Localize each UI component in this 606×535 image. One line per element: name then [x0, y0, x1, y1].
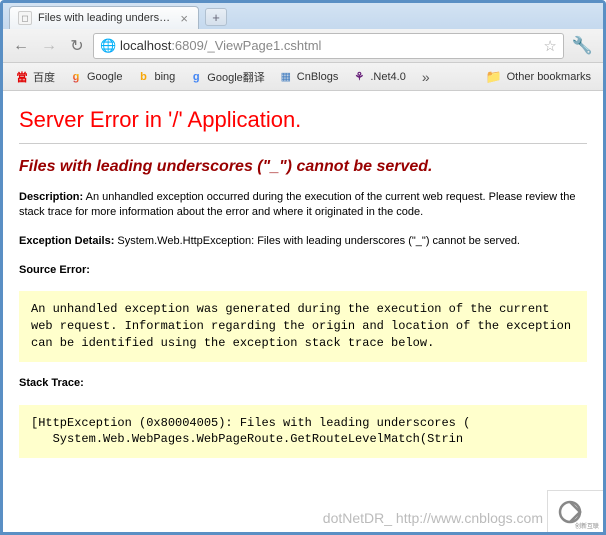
baidu-icon: 當 [15, 70, 29, 84]
url-path: /_ViewPage1.cshtml [204, 38, 322, 53]
divider [19, 143, 587, 144]
bookmark-star-icon[interactable]: ☆ [543, 37, 556, 55]
dotnet-icon: ⚘ [352, 70, 366, 84]
error-subtitle: Files with leading underscores ("_") can… [19, 158, 587, 176]
description-text: An unhandled exception occurred during t… [19, 191, 575, 218]
bookmark-net40[interactable]: ⚘ .Net4.0 [346, 67, 411, 87]
google-icon: g [69, 70, 83, 84]
bookmark-label: .Net4.0 [370, 71, 405, 83]
stack-trace-heading: Stack Trace: [19, 376, 587, 391]
bookmark-label: Google [87, 71, 122, 83]
stack-trace-box: [HttpException (0x80004005): Files with … [19, 405, 587, 459]
bookmarks-bar: 當百度 g Google bbing g Google翻译 ▦ CnBlogs ⚘ .N… [3, 63, 603, 91]
bookmark-label: 百度 [33, 69, 55, 85]
bookmark-google[interactable]: g Google [63, 67, 128, 87]
bookmark-google-translate[interactable]: g Google翻译 [183, 66, 270, 88]
google-translate-icon: g [189, 70, 203, 84]
corner-logo: 创新互联 [547, 490, 603, 532]
source-error-label: Source Error: [19, 264, 90, 276]
url-text: localhost:6809/_ViewPage1.cshtml [120, 38, 539, 53]
bookmark-cnblogs[interactable]: ▦ CnBlogs [273, 67, 345, 87]
browser-tab[interactable]: ◻ Files with leading underscores × [9, 6, 199, 29]
bookmark-label: bing [154, 71, 175, 83]
exception-text: System.Web.HttpException: Files with lea… [114, 235, 520, 247]
url-port: :6809 [171, 38, 204, 53]
error-exception-details: Exception Details: System.Web.HttpExcept… [19, 234, 587, 249]
corner-logo-text: 创新互联 [575, 521, 599, 530]
globe-icon: 🌐 [100, 38, 116, 54]
other-bookmarks-button[interactable]: 📁 Other bookmarks [479, 66, 597, 88]
bookmark-label: CnBlogs [297, 71, 339, 83]
new-tab-button[interactable]: + [205, 8, 227, 26]
bing-icon: b [136, 70, 150, 84]
wrench-icon[interactable]: 🔧 [568, 36, 597, 56]
browser-window: ◻ Files with leading underscores × + ← →… [0, 0, 606, 535]
stack-trace-label: Stack Trace: [19, 377, 84, 389]
exception-label: Exception Details: [19, 235, 114, 247]
close-icon[interactable]: × [178, 11, 190, 26]
address-bar[interactable]: 🌐 localhost:6809/_ViewPage1.cshtml ☆ [93, 33, 564, 59]
folder-icon: 📁 [485, 69, 501, 85]
tab-title: Files with leading underscores [38, 12, 172, 24]
bookmarks-overflow-button[interactable]: » [414, 69, 438, 85]
bookmark-baidu[interactable]: 當百度 [9, 66, 61, 88]
bookmark-label: Google翻译 [207, 69, 264, 85]
tabs-bar: ◻ Files with leading underscores × + [3, 3, 603, 29]
cnblogs-icon: ▦ [279, 70, 293, 84]
page-content: Server Error in '/' Application. Files w… [3, 91, 603, 532]
reload-button[interactable]: ↻ [65, 34, 89, 58]
url-host: localhost [120, 38, 171, 53]
bookmark-bing[interactable]: bbing [130, 67, 181, 87]
error-description: Description: An unhandled exception occu… [19, 190, 587, 220]
other-bookmarks-label: Other bookmarks [507, 71, 591, 83]
nav-bar: ← → ↻ 🌐 localhost:6809/_ViewPage1.cshtml… [3, 29, 603, 63]
source-error-box: An unhandled exception was generated dur… [19, 291, 587, 361]
source-error-heading: Source Error: [19, 263, 587, 278]
error-title: Server Error in '/' Application. [19, 107, 587, 133]
forward-button[interactable]: → [37, 34, 61, 58]
page-favicon-icon: ◻ [18, 11, 32, 25]
back-button[interactable]: ← [9, 34, 33, 58]
description-label: Description: [19, 191, 83, 203]
